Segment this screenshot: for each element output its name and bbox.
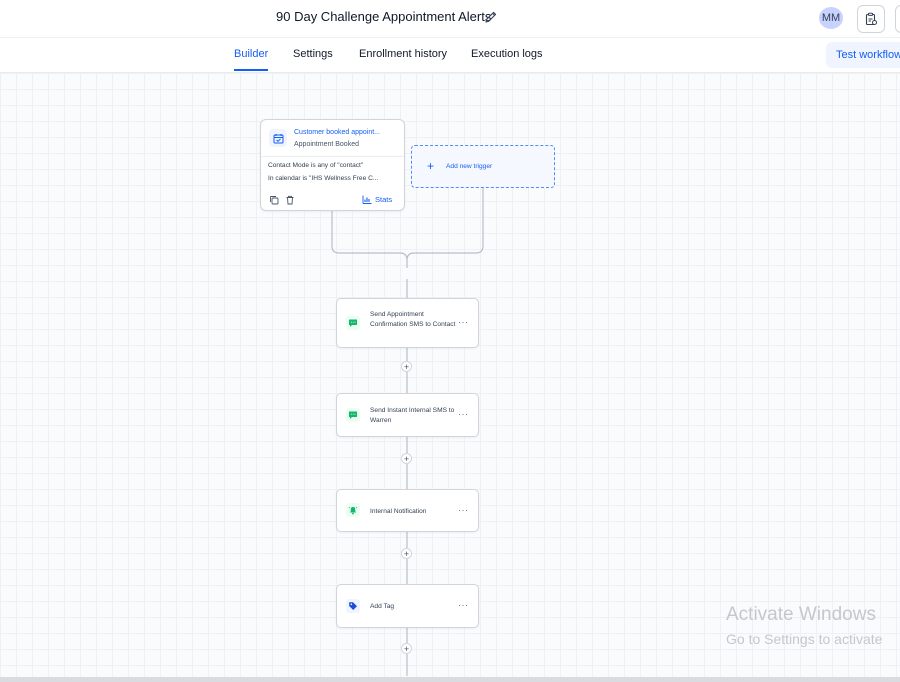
divider [261, 156, 404, 157]
add-step-button[interactable]: + [401, 643, 412, 654]
calendar-icon [269, 129, 287, 147]
trigger-title: Customer booked appoint... [294, 129, 380, 136]
action-label: Send Appointment Confirmation SMS to Con… [370, 311, 456, 328]
copy-icon[interactable] [269, 195, 279, 205]
action-node[interactable]: Add Tag ··· [336, 584, 479, 628]
trigger-condition: Contact Mode is any of "contact" [268, 162, 364, 169]
add-step-button[interactable]: + [401, 361, 412, 372]
activate-windows-subtext: Go to Settings to activate [726, 631, 883, 647]
bell-icon [346, 503, 360, 517]
action-node[interactable]: Internal Notification ··· [336, 489, 479, 532]
sms-icon [346, 316, 360, 330]
bar-chart-icon [362, 195, 372, 204]
trigger-card[interactable]: Customer booked appoint... Appointment B… [260, 119, 405, 211]
action-node[interactable]: Send Instant Internal SMS to Warren ··· [336, 393, 479, 437]
action-label: Internal Notification [370, 508, 427, 515]
more-options-icon[interactable]: ··· [458, 317, 469, 327]
more-options-icon[interactable]: ··· [458, 600, 469, 610]
add-new-trigger-button[interactable]: + Add new trigger [411, 145, 555, 188]
trigger-condition: In calendar is "IHS Wellness Free C... [268, 175, 379, 182]
add-step-button[interactable]: + [401, 548, 412, 559]
trigger-subtitle: Appointment Booked [294, 141, 359, 148]
add-step-button[interactable]: + [401, 453, 412, 464]
bottom-scrollbar[interactable] [0, 677, 900, 682]
plus-icon: + [427, 159, 435, 173]
action-node[interactable]: Send Appointment Confirmation SMS to Con… [336, 298, 479, 348]
sms-icon [346, 408, 360, 422]
trash-icon[interactable] [285, 195, 295, 205]
more-options-icon[interactable]: ··· [458, 409, 469, 419]
tag-icon [346, 599, 360, 613]
add-trigger-label: Add new trigger [446, 163, 493, 170]
stats-label: Stats [375, 195, 393, 204]
stats-button[interactable]: Stats [362, 195, 392, 204]
more-options-icon[interactable]: ··· [458, 505, 469, 515]
action-label: Send Instant Internal SMS to Warren [370, 407, 455, 424]
action-label: Add Tag [370, 603, 395, 610]
activate-windows-watermark: Activate Windows [726, 604, 876, 625]
